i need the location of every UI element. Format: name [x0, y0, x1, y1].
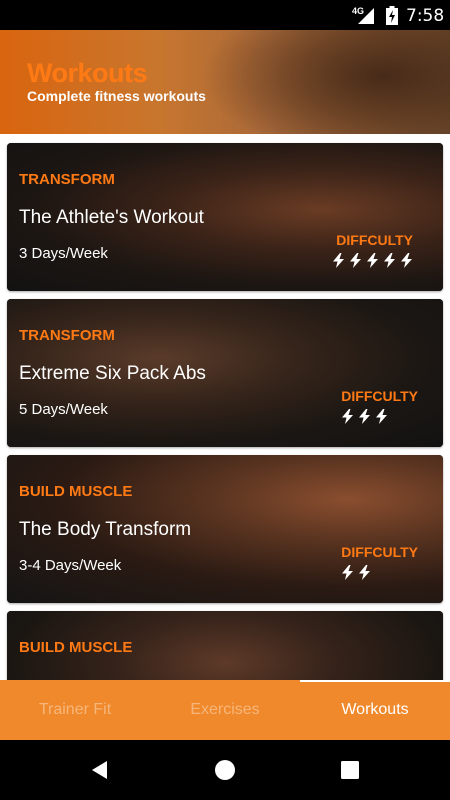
- workout-frequency: 5 Days/Week: [19, 401, 108, 418]
- lightning-bolt-icon: [342, 565, 353, 580]
- lightning-bolt-icon: [342, 409, 353, 424]
- tab-trainer-fit[interactable]: Trainer Fit: [0, 680, 150, 740]
- header-photo: [200, 30, 450, 134]
- page-header: Workouts Complete fitness workouts: [0, 30, 450, 134]
- bottom-tab-bar: Trainer Fit Exercises Workouts: [0, 680, 450, 740]
- workout-name: The Athlete's Workout: [19, 207, 204, 228]
- battery-charging-icon: [386, 6, 398, 25]
- workout-category: BUILD MUSCLE: [19, 483, 133, 500]
- workout-name: Extreme Six Pack Abs: [19, 363, 206, 384]
- workout-list[interactable]: TRANSFORM The Athlete's Workout 3 Days/W…: [0, 134, 450, 680]
- workout-card[interactable]: TRANSFORM The Athlete's Workout 3 Days/W…: [7, 143, 443, 291]
- workout-category: TRANSFORM: [19, 327, 115, 344]
- clock: 7:58: [406, 6, 445, 26]
- system-nav-bar: [0, 740, 450, 800]
- workout-card[interactable]: BUILD MUSCLE: [7, 611, 443, 680]
- workout-category: TRANSFORM: [19, 171, 115, 188]
- lightning-bolt-icon: [367, 253, 378, 268]
- workout-name: The Body Transform: [19, 519, 192, 540]
- page-subtitle: Complete fitness workouts: [27, 88, 206, 104]
- workout-frequency: 3-4 Days/Week: [19, 557, 122, 574]
- tab-workouts[interactable]: Workouts: [300, 680, 450, 740]
- lightning-bolt-icon: [401, 253, 412, 268]
- lightning-bolt-icon: [359, 409, 370, 424]
- workout-card[interactable]: BUILD MUSCLE The Body Transform 3-4 Days…: [7, 455, 443, 603]
- workout-frequency: 3 Days/Week: [19, 245, 108, 262]
- tab-exercises[interactable]: Exercises: [150, 680, 300, 740]
- recents-square-icon[interactable]: [338, 758, 362, 782]
- lightning-bolt-icon: [333, 253, 344, 268]
- page-title: Workouts: [27, 58, 148, 88]
- status-bar: 4G 7:58: [0, 0, 450, 30]
- back-triangle-icon[interactable]: [88, 758, 112, 782]
- lightning-bolt-icon: [384, 253, 395, 268]
- lightning-bolt-icon: [376, 409, 387, 424]
- workout-card[interactable]: TRANSFORM Extreme Six Pack Abs 5 Days/We…: [7, 299, 443, 447]
- difficulty-rating: [341, 565, 371, 580]
- difficulty-rating: [332, 253, 413, 268]
- workout-category: BUILD MUSCLE: [19, 639, 133, 656]
- difficulty-label: DIFFCULTY: [336, 232, 413, 248]
- cell-signal-icon: [358, 8, 374, 24]
- difficulty-label: DIFFCULTY: [341, 544, 418, 560]
- difficulty-label: DIFFCULTY: [341, 388, 418, 404]
- difficulty-rating: [341, 409, 388, 424]
- home-circle-icon[interactable]: [213, 758, 237, 782]
- lightning-bolt-icon: [350, 253, 361, 268]
- lightning-bolt-icon: [359, 565, 370, 580]
